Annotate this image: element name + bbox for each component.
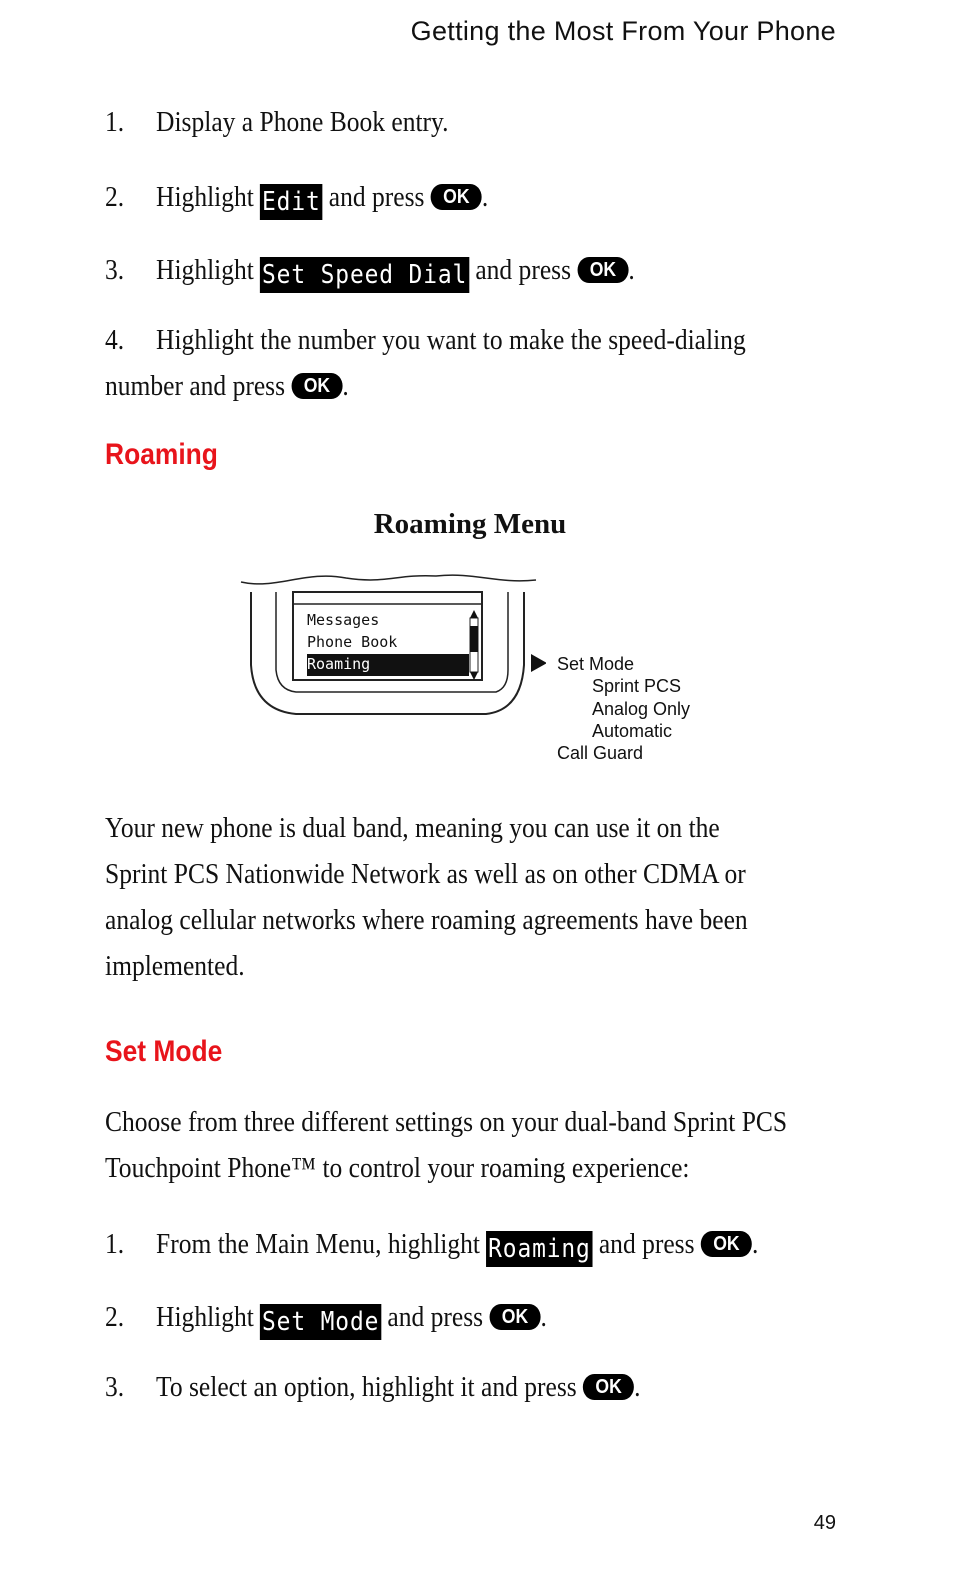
lcd-label-edit: Edit [260,184,323,220]
ok-button-icon: OK [577,257,629,283]
submenu-tree: Set Mode Sprint PCS Analog Only Automati… [557,653,690,764]
submenu-option: Analog Only [592,698,691,719]
page-number: 49 [813,1512,836,1534]
step-text: Highlight the number you want to make th… [156,324,746,356]
step-text: Highlight [156,181,254,213]
step-text: and press [475,254,572,286]
step-text: From the Main Menu, highlight [156,1228,480,1260]
submenu-option: Sprint PCS [592,676,682,697]
submenu-option: Automatic [592,720,673,741]
screen-item-phone-book: Phone Book [307,633,398,651]
step-3: 3. Highlight Set Speed Dial and press OK. [105,247,635,293]
set-mode-step-1: 1. From the Main Menu, highlight Roaming … [105,1221,758,1267]
arrow-right-icon [531,654,546,672]
scroll-down-icon [470,672,478,680]
step-text: To select an option, highlight it and pr… [156,1371,577,1403]
body-line: Your new phone is dual band, meaning you… [105,812,720,844]
step-number: 2. [105,1301,125,1333]
body-line: analog cellular networks where roaming a… [105,904,748,936]
figure-caption: Roaming Menu [373,508,567,540]
step-number: 1. [105,1228,125,1260]
step-number: 3. [105,1371,125,1403]
step-4: 4. Highlight the number you want to make … [105,317,746,409]
ok-button-icon: OK [489,1304,541,1330]
roaming-body: Your new phone is dual band, meaning you… [105,805,748,989]
set-mode-step-2: 2. Highlight Set Mode and press OK. [105,1294,547,1340]
lcd-label-set-speed-dial: Set Speed Dial [260,257,469,293]
step-text: number and press [105,370,286,402]
submenu-title: Set Mode [557,654,635,674]
screen-item-messages: Messages [307,611,380,629]
step-2: 2. Highlight Edit and press OK. [105,174,488,220]
body-line: Touchpoint Phone™ to control your roamin… [105,1152,690,1184]
step-text: and press [598,1228,695,1260]
body-line: Choose from three different settings on … [105,1106,788,1138]
step-number: 3. [105,254,125,286]
section-heading-set-mode: Set Mode [105,1035,223,1068]
lcd-label-set-mode: Set Mode [260,1304,382,1340]
scroll-up-icon [470,610,478,618]
submenu-call-guard: Call Guard [557,743,644,764]
lcd-label-roaming: Roaming [486,1231,593,1267]
step-1: 1. Display a Phone Book entry. [105,99,449,145]
set-mode-step-3: 3. To select an option, highlight it and … [105,1364,640,1410]
step-number: 4. [105,324,125,356]
body-line: Sprint PCS Nationwide Network as well as… [105,858,746,890]
step-text: Display a Phone Book entry. [156,106,449,138]
step-text: Highlight [156,1301,254,1333]
running-header: Getting the Most From Your Phone [410,16,836,46]
body-line: implemented. [105,950,245,982]
step-text: and press [328,181,425,213]
step-text: and press [387,1301,484,1333]
ok-button-icon: OK [430,184,482,210]
ok-button-icon: OK [583,1374,635,1400]
step-number: 1. [105,106,125,138]
section-heading-roaming: Roaming [105,438,218,471]
ok-button-icon: OK [700,1231,752,1257]
screen-item-roaming: Roaming [307,655,371,673]
set-mode-intro: Choose from three different settings on … [105,1099,787,1191]
step-text: Highlight [156,254,254,286]
step-number: 2. [105,181,125,213]
ok-button-icon: OK [291,373,343,399]
